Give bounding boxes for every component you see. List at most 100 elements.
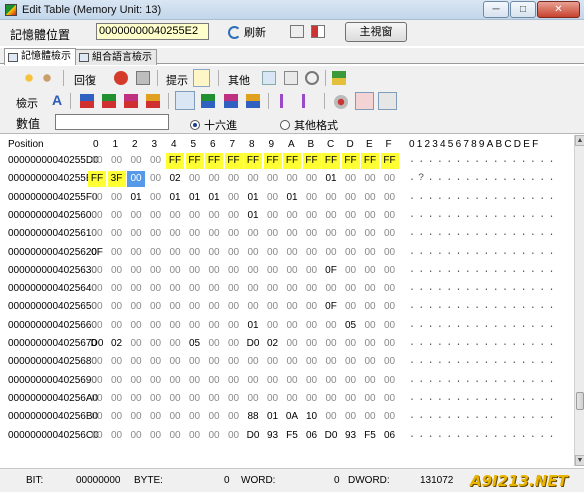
hex-cell[interactable]: 00 <box>244 299 262 315</box>
table-row[interactable]: 0000000004025680 00 00 00 00 00 00 00 00 00 00 00 00… <box>0 353 574 371</box>
hex-cell[interactable]: 00 <box>205 354 223 370</box>
hex-cell[interactable]: 00 <box>303 373 321 389</box>
hex-cell[interactable]: 00 <box>147 226 165 242</box>
hex-cell[interactable]: 00 <box>322 318 340 334</box>
hex-cell[interactable]: 00 <box>244 245 262 261</box>
hex-cell[interactable]: 00 <box>88 190 106 206</box>
vertical-scrollbar[interactable]: ▲ ▼ <box>574 135 584 466</box>
hex-cell[interactable]: 00 <box>127 409 145 425</box>
hex-cell[interactable]: 00 <box>127 299 145 315</box>
hex-cell[interactable]: 00 <box>166 354 184 370</box>
format-16bit-icon[interactable] <box>102 94 116 108</box>
hex-cell[interactable]: 00 <box>361 409 379 425</box>
hex-cell[interactable]: FF <box>380 153 399 169</box>
hex-cell[interactable]: 00 <box>108 428 126 444</box>
hex-cell[interactable]: 00 <box>381 226 399 242</box>
hex-cell[interactable]: 00 <box>381 373 399 389</box>
hex-cell[interactable]: 00 <box>88 354 106 370</box>
book-icon[interactable] <box>311 25 325 38</box>
hex-cell[interactable]: FF <box>205 153 223 169</box>
restore-button[interactable]: 回復 <box>74 72 96 88</box>
hex-cell[interactable]: 00 <box>381 171 399 187</box>
hex-cell[interactable]: 06 <box>381 428 399 444</box>
hex-cell[interactable]: 00 <box>225 245 243 261</box>
hex-cell[interactable]: 00 <box>303 171 321 187</box>
hex-cell[interactable]: 00 <box>283 299 301 315</box>
hex-cell[interactable]: 00 <box>108 208 126 224</box>
hex-cell[interactable]: 00 <box>264 171 282 187</box>
radio-other-format[interactable]: 其他格式 <box>280 117 338 133</box>
hex-cell[interactable]: 00 <box>264 354 282 370</box>
hex-cell[interactable]: 01 <box>244 208 262 224</box>
hex-cell[interactable]: 00 <box>88 208 106 224</box>
hex-cell[interactable]: 00 <box>225 336 243 352</box>
search-icon[interactable] <box>305 71 319 85</box>
hex-cell[interactable]: 00 <box>186 226 204 242</box>
hex-cell[interactable]: 00 <box>88 409 106 425</box>
hex-cell[interactable]: 00 <box>147 409 165 425</box>
hex-cell[interactable]: 00 <box>244 263 262 279</box>
hex-cell[interactable]: 00 <box>147 318 165 334</box>
hex-cell[interactable]: D0 <box>244 428 262 444</box>
table-row[interactable]: 0000000004025610 00 00 00 00 00 00 00 00 00 00 00 00… <box>0 225 574 243</box>
hex-cell[interactable]: D0 <box>244 336 262 352</box>
tab-assembly-view[interactable]: 組合語言檢示 <box>75 49 157 65</box>
hex-cell[interactable]: 00 <box>166 428 184 444</box>
hex-cell[interactable]: 00 <box>127 428 145 444</box>
hex-cell[interactable]: 00 <box>205 373 223 389</box>
hex-cell[interactable]: F5 <box>283 428 301 444</box>
clipboard-icon[interactable] <box>284 71 298 85</box>
float-mode-icon[interactable] <box>224 94 238 108</box>
hex-cell[interactable]: 00 <box>186 281 204 297</box>
hex-cell[interactable]: 93 <box>342 428 360 444</box>
hex-cell[interactable]: 00 <box>303 336 321 352</box>
hex-cell[interactable]: 00 <box>303 226 321 242</box>
hex-cell[interactable]: 00 <box>205 226 223 242</box>
hex-cell[interactable]: 00 <box>303 245 321 261</box>
hex-cell[interactable]: FF <box>244 153 262 169</box>
hex-cell[interactable]: 00 <box>205 263 223 279</box>
hex-cell[interactable]: 00 <box>205 336 223 352</box>
hex-cell[interactable]: 00 <box>264 281 282 297</box>
hex-cell[interactable]: 00 <box>361 263 379 279</box>
hex-cell[interactable]: 00 <box>166 281 184 297</box>
hex-cell[interactable]: 00 <box>127 263 145 279</box>
hex-cell[interactable]: 00 <box>88 318 106 334</box>
hex-cell[interactable]: 00 <box>283 171 301 187</box>
hex-cell[interactable]: F5 <box>361 428 379 444</box>
trash-icon[interactable] <box>136 71 150 85</box>
hex-cell[interactable]: 00 <box>342 409 360 425</box>
hex-cell[interactable]: 00 <box>381 299 399 315</box>
hex-cell[interactable]: 00 <box>303 263 321 279</box>
hex-cell[interactable]: 00 <box>225 208 243 224</box>
hex-cell[interactable]: 00 <box>361 281 379 297</box>
hex-cell[interactable]: 00 <box>361 245 379 261</box>
hex-cell[interactable]: 00 <box>225 391 243 407</box>
hex-cell[interactable]: 00 <box>264 245 282 261</box>
hex-cell[interactable]: 00 <box>127 354 145 370</box>
hex-cell[interactable]: 00 <box>147 428 165 444</box>
hex-cell[interactable]: FF <box>341 153 360 169</box>
hex-cell[interactable]: 00 <box>88 263 106 279</box>
hex-cell[interactable]: 00 <box>127 153 145 169</box>
minimize-button[interactable]: ─ <box>483 1 509 18</box>
hex-cell[interactable]: 00 <box>264 226 282 242</box>
hex-cell[interactable]: 00 <box>225 409 243 425</box>
hex-cell[interactable]: 05 <box>186 336 204 352</box>
hex-cell[interactable]: 00 <box>283 245 301 261</box>
hex-cell[interactable]: 00 <box>166 391 184 407</box>
hex-cell[interactable]: 00 <box>264 263 282 279</box>
hex-cell[interactable]: 00 <box>264 299 282 315</box>
main-window-button[interactable]: 主視窗 <box>345 22 407 42</box>
hex-cell[interactable]: 00 <box>108 318 126 334</box>
hex-cell[interactable]: 00 <box>127 391 145 407</box>
hex-cell[interactable]: 00 <box>225 263 243 279</box>
hex-cell[interactable]: FF <box>166 153 184 169</box>
hex-cell[interactable]: FF <box>88 171 106 188</box>
hex-cell[interactable]: 00 <box>283 281 301 297</box>
hex-cell[interactable]: 00 <box>381 245 399 261</box>
hex-cell[interactable]: 00 <box>342 245 360 261</box>
hex-cell[interactable]: 00 <box>381 208 399 224</box>
hex-cell[interactable]: 00 <box>108 190 126 206</box>
hex-cell[interactable]: 00 <box>147 190 165 206</box>
